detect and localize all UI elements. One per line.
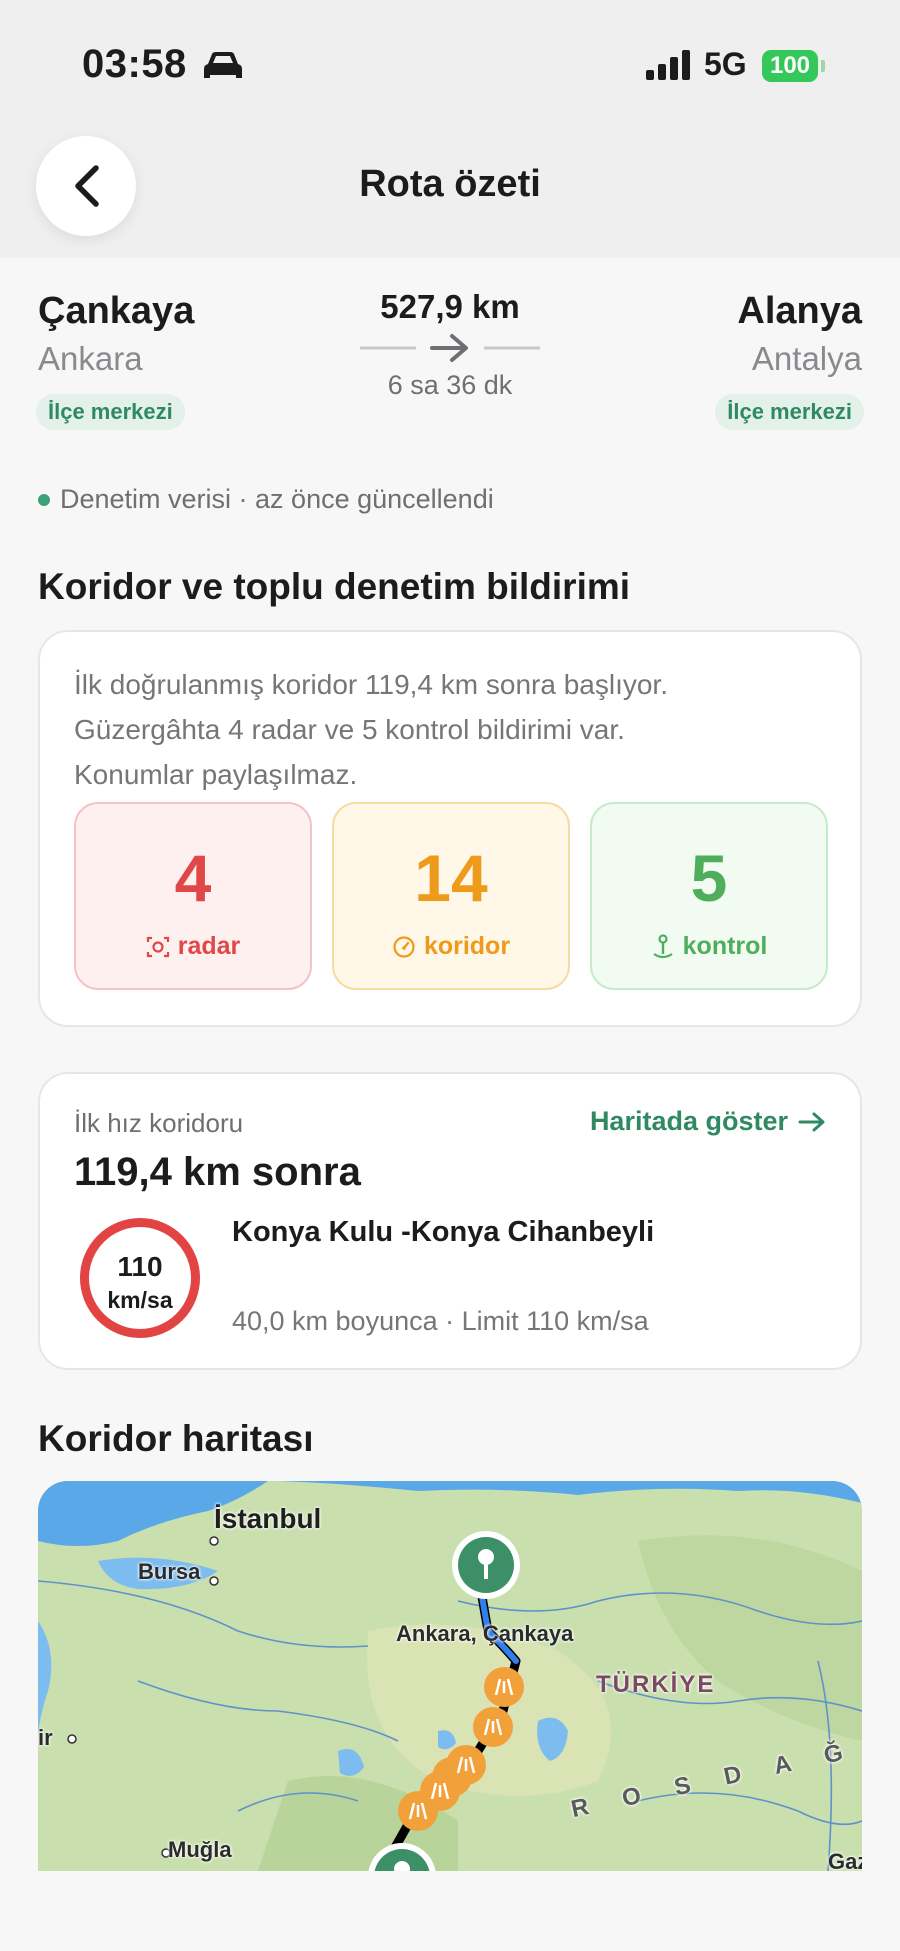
notice-title: Koridor ve toplu denetim bildirimi	[38, 566, 631, 607]
speed-limit-value: 110	[117, 1251, 163, 1282]
page-title: Rota özeti	[359, 163, 541, 205]
corridor-map[interactable]: İstanbul Bursa Ankara, Çankaya TÜRKİYE i…	[38, 1481, 862, 1871]
arrow-right-icon	[798, 1112, 825, 1131]
origin-pin-icon	[452, 1531, 520, 1599]
stat-value: 4	[174, 841, 212, 915]
notice-line: İlk doğrulanmış koridor 119,4 km sonra b…	[74, 669, 668, 700]
speed-limit-sign: 110 km/sa	[80, 1218, 200, 1338]
status-time: 03:58	[82, 42, 187, 86]
destination-region: Antalya	[751, 340, 862, 377]
show-on-map-link[interactable]: Haritada göster	[590, 1106, 826, 1137]
map-label-mugla: Muğla	[168, 1837, 232, 1862]
map-label-ankara: Ankara, Çankaya	[396, 1621, 574, 1646]
map-label-istanbul: İstanbul	[214, 1503, 322, 1534]
stat-value: 5	[690, 841, 728, 915]
status-dot	[38, 493, 50, 506]
update-status-text: Denetim verisi · az önce güncellendi	[60, 484, 494, 514]
map-title: Koridor haritası	[38, 1418, 314, 1459]
map-label-izmir: ir	[38, 1725, 53, 1750]
map-label-bursa: Bursa	[138, 1559, 201, 1584]
stat-label: radar	[177, 932, 241, 960]
signal-icon	[646, 50, 690, 80]
update-status: Denetim verisi · az önce güncellendi	[38, 484, 494, 515]
header-area	[0, 0, 900, 258]
corridor-name: Konya Kulu -Konya Cihanbeyli	[232, 1216, 655, 1248]
stat-label: koridor	[423, 932, 511, 960]
first-corridor-card: İlk hız koridoru Haritada göster 119,4 k…	[38, 1072, 862, 1370]
battery-tip	[821, 60, 825, 72]
police-icon	[653, 933, 673, 958]
speedometer-icon	[393, 935, 415, 958]
stat-value: 14	[414, 841, 488, 915]
stat-radar[interactable]: 4 radar	[74, 802, 312, 990]
stat-label: kontrol	[682, 932, 768, 960]
notice-card: İlk doğrulanmış koridor 119,4 km sonra b…	[38, 630, 862, 1027]
network-label: 5G	[704, 46, 747, 82]
battery-icon: 100	[762, 50, 818, 82]
first-corridor-label: İlk hız koridoru	[74, 1108, 244, 1138]
map-canvas	[38, 1481, 862, 1871]
map-label-gaz: Gaz	[828, 1849, 862, 1871]
map-label-turkiye: TÜRKİYE	[596, 1671, 716, 1698]
notice-line: Konumlar paylaşılmaz.	[74, 759, 358, 790]
first-corridor-distance: 119,4 km sonra	[74, 1150, 361, 1194]
destination-city: Alanya	[737, 290, 862, 332]
notice-line: Güzergâhta 4 radar ve 5 kontrol bildirim…	[74, 714, 625, 745]
camera-icon	[146, 936, 169, 957]
car-icon	[204, 52, 242, 78]
corridor-detail: 40,0 km boyunca · Limit 110 km/sa	[232, 1306, 649, 1336]
notice-text: İlk doğrulanmış koridor 119,4 km sonra b…	[74, 662, 834, 797]
show-on-map-text: Haritada göster	[589, 1106, 788, 1136]
speed-limit-unit: km/sa	[107, 1287, 173, 1313]
arrow-right-icon	[360, 334, 540, 362]
stat-kontrol[interactable]: 5 kontrol	[590, 802, 828, 990]
stat-koridor[interactable]: 14 koridor	[332, 802, 570, 990]
destination-badge: İlçe merkezi	[715, 394, 864, 430]
